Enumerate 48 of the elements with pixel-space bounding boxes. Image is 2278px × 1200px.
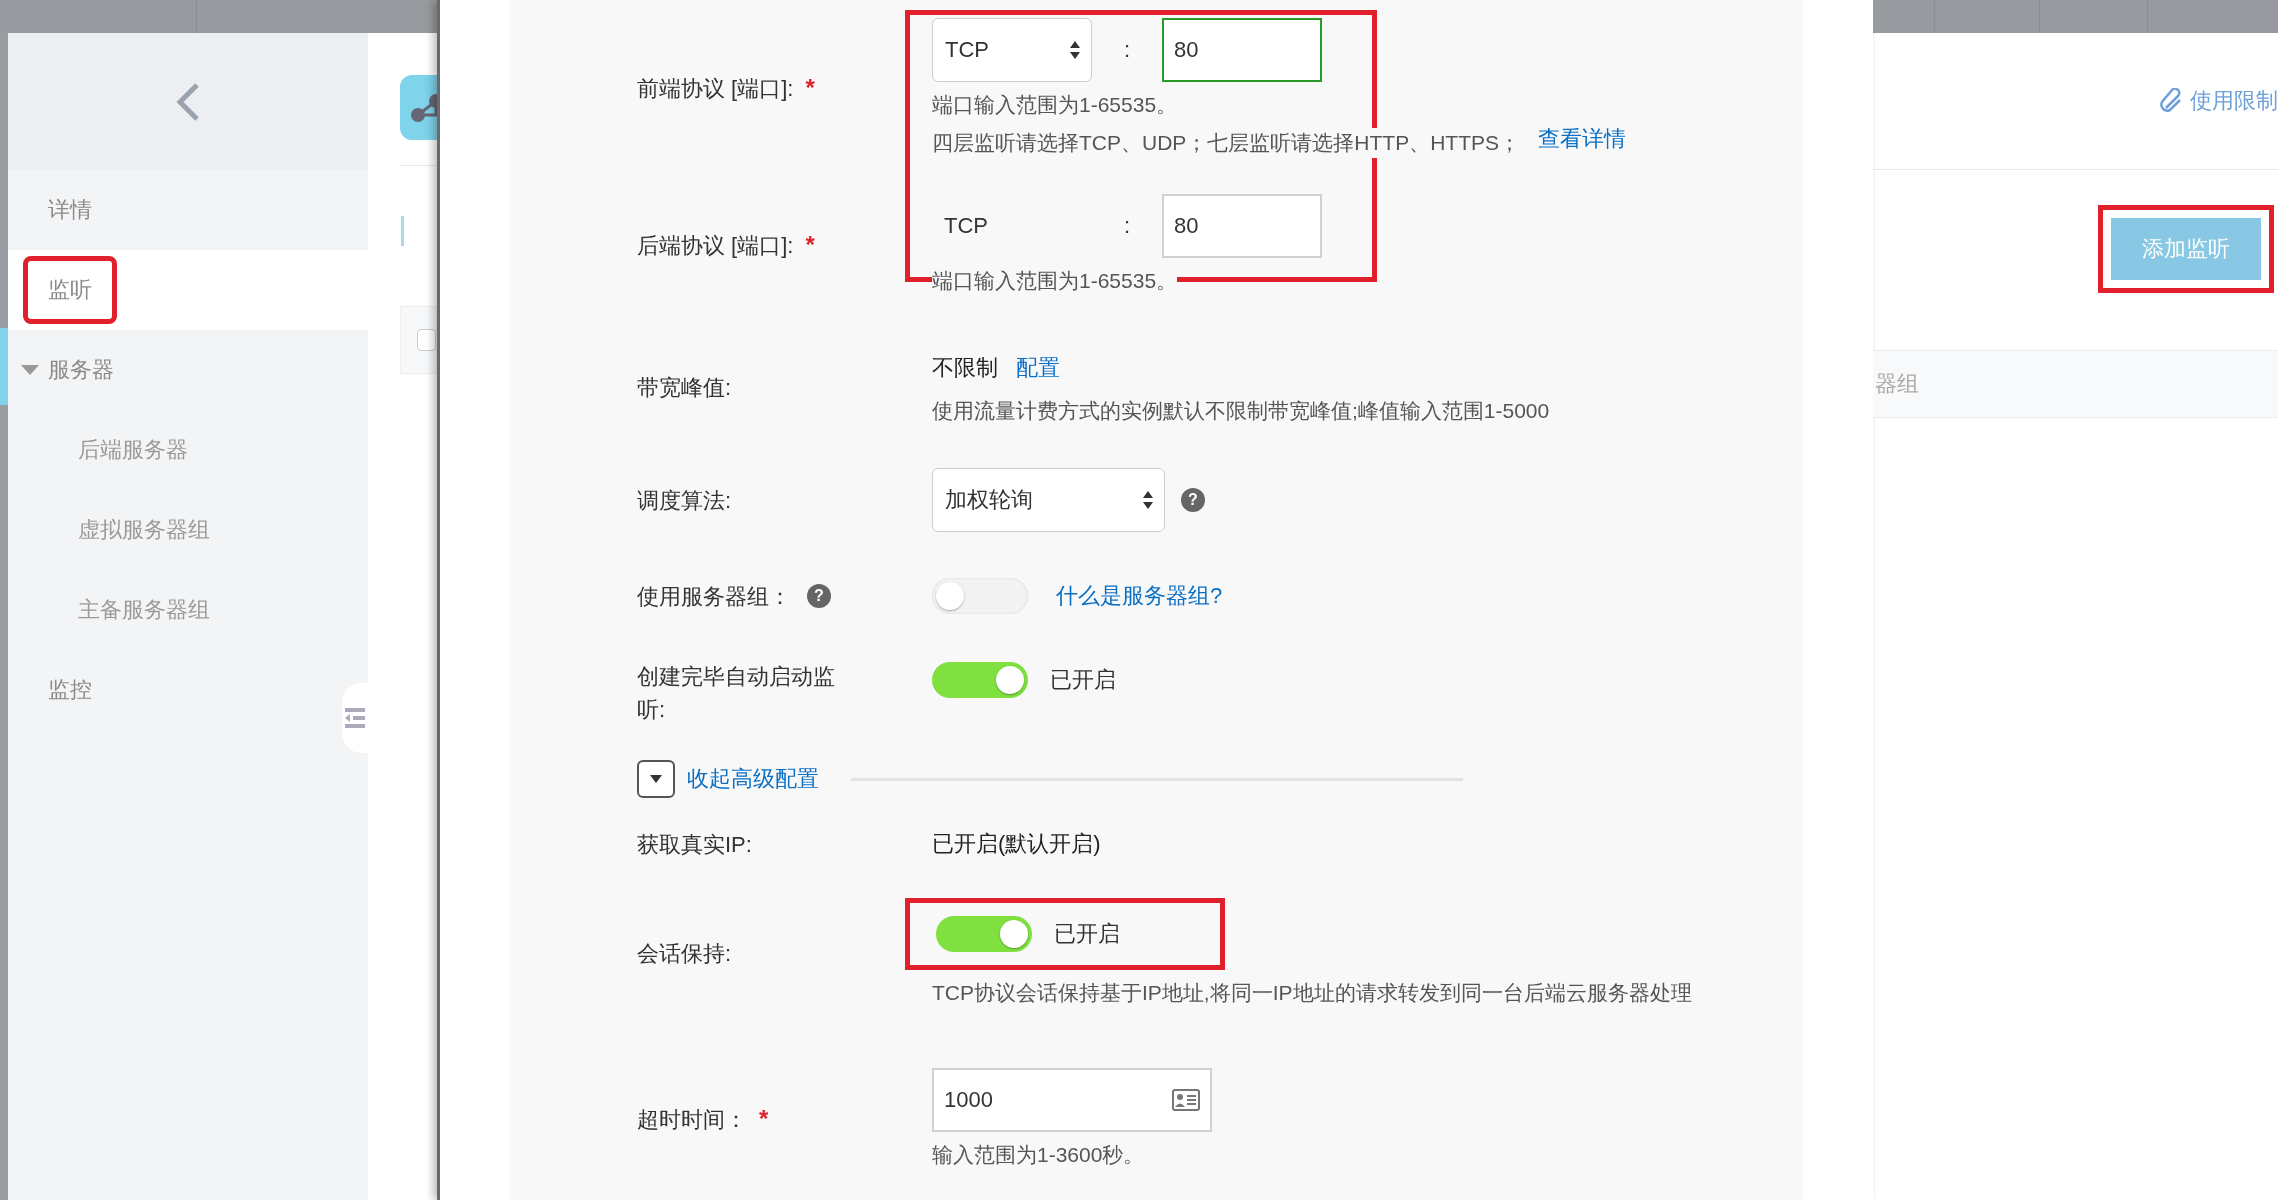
- port-input[interactable]: 80: [1162, 18, 1322, 82]
- field-label: 会话保持:: [637, 939, 732, 968]
- help-icon[interactable]: ?: [807, 584, 831, 608]
- toggle-switch[interactable]: [936, 916, 1032, 952]
- sidebar-item[interactable]: 后端服务器: [8, 410, 338, 490]
- value-text: 已开启(默认开启): [932, 830, 1101, 858]
- required-mark: *: [805, 74, 815, 102]
- select-arrows-icon: [1142, 490, 1154, 510]
- value-text: 不限制: [932, 354, 998, 382]
- sidebar-item[interactable]: 监控: [8, 650, 338, 730]
- toggle-switch[interactable]: [932, 578, 1028, 614]
- sidebar-item-selected[interactable]: 监听: [8, 250, 368, 330]
- back-icon[interactable]: [175, 81, 201, 122]
- collapse-sidebar-icon[interactable]: [345, 706, 365, 730]
- status-text: 已开启: [1054, 920, 1120, 948]
- caret-icon: [649, 774, 663, 784]
- paperclip-icon: [2158, 88, 2184, 114]
- port-input[interactable]: 80: [1162, 194, 1322, 258]
- field-label: 调度算法:: [637, 486, 732, 515]
- timeout-input[interactable]: 1000: [932, 1068, 1212, 1132]
- toggle-switch[interactable]: [932, 662, 1028, 698]
- status-text: 已开启: [1050, 666, 1116, 694]
- collapse-link[interactable]: 收起高级配置: [687, 764, 819, 794]
- help-icon[interactable]: ?: [1181, 488, 1205, 512]
- field-label: 带宽峰值:: [637, 373, 732, 402]
- select-arrows-icon: [1069, 40, 1081, 60]
- card-icon: [1172, 1089, 1200, 1111]
- required-mark: *: [759, 1105, 769, 1133]
- usage-limits-link[interactable]: 使用限制: [2158, 86, 2278, 116]
- protocol-select[interactable]: TCP: [932, 18, 1092, 82]
- sidebar-item[interactable]: 详情: [8, 170, 338, 250]
- separator-text: :: [1122, 213, 1132, 239]
- sidebar-item[interactable]: 服务器: [8, 330, 338, 410]
- field-label: 超时时间：: [637, 1105, 747, 1134]
- separator-text: :: [1122, 37, 1132, 63]
- protocol-text: TCP: [943, 213, 989, 239]
- field-label: 创建完毕自动启动监听:: [637, 663, 836, 724]
- required-mark: *: [805, 231, 815, 259]
- field-label: 使用服务器组：: [637, 582, 791, 611]
- sidebar-item[interactable]: 虚拟服务器组: [8, 490, 338, 570]
- sidebar-item[interactable]: 主备服务器组: [8, 570, 338, 650]
- checkbox[interactable]: [417, 329, 436, 351]
- field-label: 后端协议 [端口]:: [637, 231, 794, 260]
- field-label: 获取真实IP:: [637, 830, 752, 859]
- column-header: 器组: [1875, 370, 1919, 398]
- algorithm-select[interactable]: 加权轮询: [932, 468, 1165, 532]
- collapse-button[interactable]: [637, 760, 675, 798]
- field-label: 前端协议 [端口]:: [637, 74, 794, 103]
